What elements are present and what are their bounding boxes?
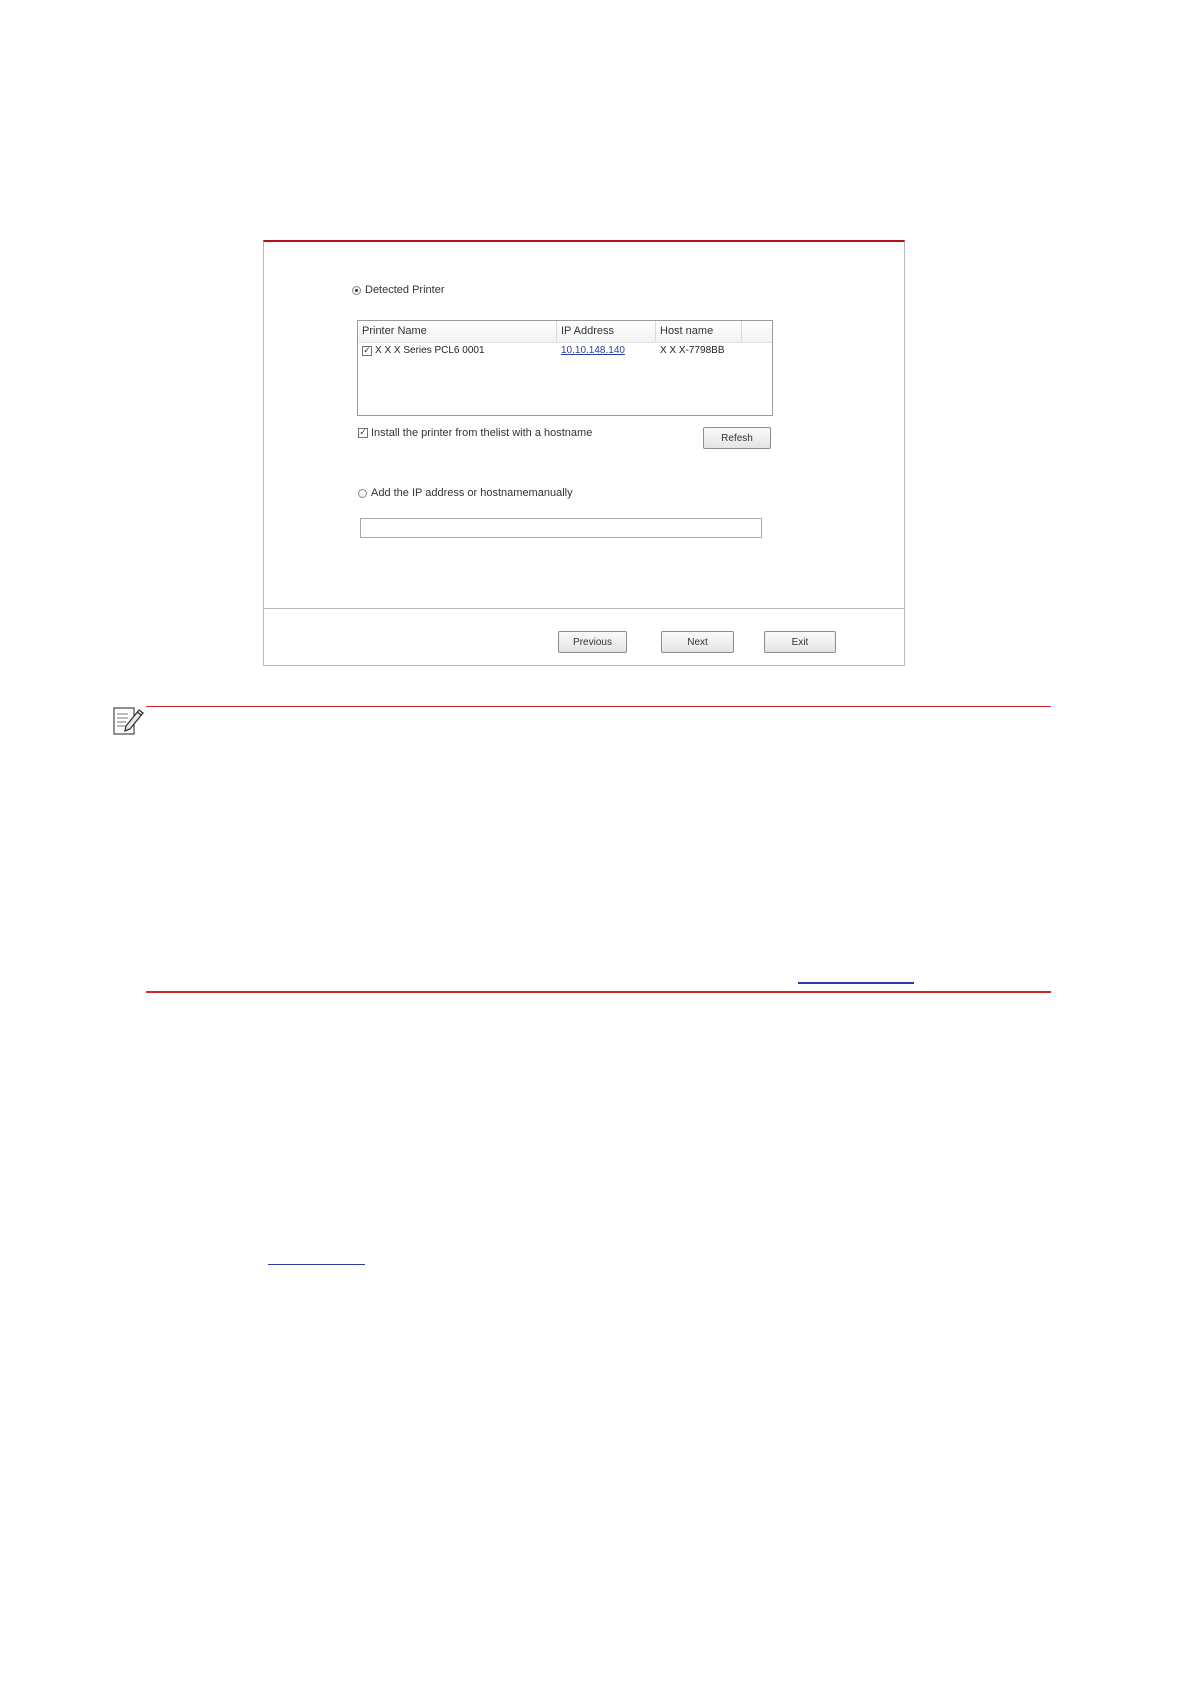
table-row[interactable]: ✓ X X X Series PCL6 0001 10.10.148.140 X… [358,343,772,359]
exit-button[interactable]: Exit [764,631,836,653]
install-hostname-option[interactable]: ✓ Install the printer from thelist with … [358,427,592,439]
detected-printer-option[interactable]: Detected Printer [352,284,444,296]
column-printer-name[interactable]: Printer Name [358,321,557,342]
column-host-name[interactable]: Host name [656,321,742,342]
note-top-rule [146,706,1051,707]
body-link-underline[interactable] [268,1264,365,1265]
manual-address-option[interactable]: Add the IP address or hostnamemanually [358,487,573,499]
ip-address-cell: 10.10.148.140 [557,343,656,359]
install-hostname-label: Install the printer from thelist with a … [371,427,593,439]
note-bottom-rule [146,991,1051,993]
printer-name-cell: ✓ X X X Series PCL6 0001 [358,343,557,359]
printer-install-dialog: Detected Printer Printer Name IP Address… [263,240,905,666]
table-header: Printer Name IP Address Host name [358,321,772,343]
manual-address-radio[interactable] [358,488,367,498]
refresh-button[interactable]: Refesh [703,427,771,449]
manual-address-label: Add the IP address or hostnamemanually [371,487,573,499]
next-button[interactable]: Next [661,631,734,653]
note-pencil-icon [113,707,144,735]
footer-divider [264,608,904,609]
install-hostname-checkbox[interactable]: ✓ [358,428,368,438]
host-name-cell: X X X-7798BB [656,343,756,359]
printer-row-checkbox[interactable]: ✓ [362,346,372,356]
column-filler [742,321,772,342]
column-ip-address[interactable]: IP Address [557,321,656,342]
ip-address-link[interactable]: 10.10.148.140 [561,343,625,359]
previous-button[interactable]: Previous [558,631,627,653]
host-name-value: X X X-7798BB [660,345,725,356]
detected-printer-radio[interactable] [352,285,361,295]
printer-table: Printer Name IP Address Host name ✓ X X … [357,320,773,416]
detected-printer-label: Detected Printer [365,284,445,296]
printer-name-value: X X X Series PCL6 0001 [375,345,485,356]
manual-address-input[interactable] [360,518,762,538]
note-link-underline[interactable] [798,982,914,984]
